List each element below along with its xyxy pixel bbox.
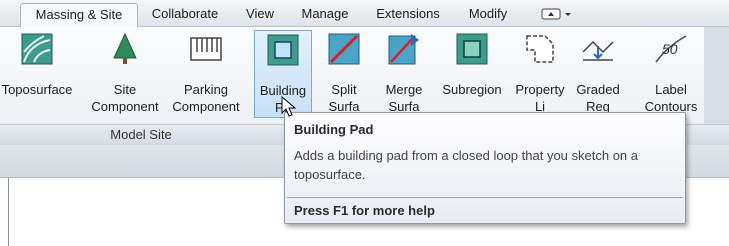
tab-collaborate[interactable]: Collaborate: [139, 3, 231, 26]
parking-component-label: Parking Component: [172, 82, 240, 114]
tab-extensions[interactable]: Extensions: [366, 3, 450, 26]
toggle-dropdown-icon[interactable]: [541, 8, 577, 20]
tab-modify[interactable]: Modify: [458, 3, 518, 26]
parking-component-button[interactable]: Parking Component: [166, 30, 246, 118]
building-pad-icon: [267, 34, 299, 66]
tooltip-title: Building Pad: [294, 122, 374, 137]
subregion-button[interactable]: Subregion: [436, 30, 508, 118]
tooltip: Building Pad Adds a building pad from a …: [284, 112, 686, 224]
toposurface-icon: [21, 33, 53, 65]
ribbon-tab-bar: Massing & Site Collaborate View Manage E…: [0, 0, 729, 27]
graded-region-label: Graded Reg: [576, 82, 620, 114]
tooltip-divider: [287, 197, 683, 198]
split-surface-label: Split Surfa: [328, 82, 360, 114]
property-line-button[interactable]: Property Li: [510, 30, 570, 118]
merge-surfaces-button[interactable]: Merge Surfa: [376, 30, 432, 118]
subregion-icon: [456, 33, 488, 65]
graded-region-button[interactable]: Graded Reg: [570, 30, 626, 118]
site-component-button[interactable]: Site Component: [86, 30, 164, 118]
merge-surfaces-label: Merge Surfa: [385, 82, 423, 114]
tree-icon: [113, 32, 137, 64]
mouse-pointer-icon: [281, 96, 297, 117]
split-surface-icon: [328, 33, 360, 65]
ribbon-overflow-area: [704, 27, 729, 125]
split-surface-button[interactable]: Split Surfa: [318, 30, 370, 118]
svg-text:50: 50: [662, 41, 678, 57]
tab-manage[interactable]: Manage: [292, 3, 358, 26]
property-line-icon: [526, 35, 554, 63]
property-line-label: Property Li: [515, 82, 565, 114]
toposurface-button[interactable]: Toposurface: [0, 30, 74, 118]
merge-surfaces-icon: [388, 34, 419, 65]
graded-region-icon: [582, 40, 614, 61]
panel-title-model-site[interactable]: Model Site: [0, 124, 282, 145]
parking-icon: [190, 37, 222, 61]
tooltip-help: Press F1 for more help: [294, 203, 435, 218]
tooltip-description: Adds a building pad from a closed loop t…: [294, 148, 638, 182]
label-contours-icon: 50: [655, 35, 687, 63]
label-contours-label: Label Contours: [644, 82, 698, 114]
site-component-label: Site Component: [91, 82, 159, 114]
tab-view[interactable]: View: [236, 3, 284, 26]
toposurface-label: Toposurface: [1, 82, 73, 97]
tab-massing-site[interactable]: Massing & Site: [20, 3, 138, 27]
label-contours-button[interactable]: 50 Label Contours: [638, 30, 704, 118]
subregion-label: Subregion: [442, 82, 502, 97]
